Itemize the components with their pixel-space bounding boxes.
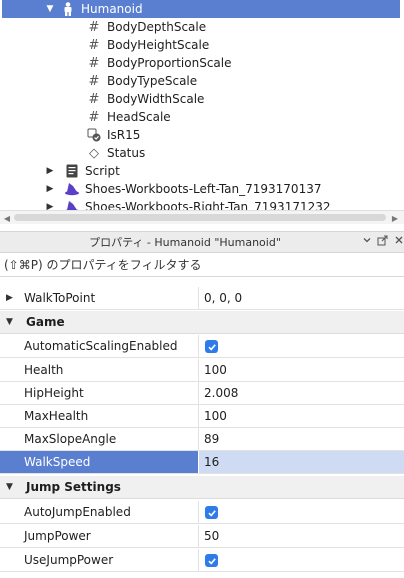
collapse-arrow-icon[interactable]: ▼ — [6, 476, 13, 498]
tree-item-bodyheightscale[interactable]: # BodyHeightScale — [0, 36, 404, 54]
bool-value-icon — [86, 127, 102, 143]
property-row-jumppower[interactable]: JumpPower 50 — [0, 525, 404, 548]
column-divider — [198, 405, 199, 427]
tree-item-label: Shoes-Workboots-Left-Tan_7193170137 — [85, 182, 322, 196]
properties-header: プロパティ - Humanoid "Humanoid" — [0, 231, 404, 253]
number-value-icon: # — [88, 19, 100, 35]
property-name: WalkToPoint — [24, 291, 96, 305]
tree-item-shoes-left[interactable]: ▶ Shoes-Workboots-Left-Tan_7193170137 — [0, 180, 404, 198]
explorer-panel: ▼ Humanoid # BodyDepthScale # BodyHeight… — [0, 0, 404, 224]
property-name: AutomaticScalingEnabled — [24, 339, 178, 353]
property-value[interactable]: 0, 0, 0 — [204, 287, 242, 309]
property-grid: ▶ WalkToPoint 0, 0, 0 ▼ Game AutomaticSc… — [0, 284, 404, 578]
script-icon — [64, 163, 80, 179]
expand-arrow-icon[interactable]: ▶ — [44, 184, 56, 194]
property-name: WalkSpeed — [0, 451, 198, 473]
tree-item-label: Humanoid — [81, 2, 143, 16]
tree-item-isr15[interactable]: IsR15 — [0, 126, 404, 144]
status-icon: ◇ — [89, 145, 99, 161]
tree-item-label: BodyHeightScale — [107, 38, 210, 52]
column-divider — [198, 428, 199, 450]
collapse-arrow-icon[interactable]: ▼ — [6, 311, 13, 333]
property-name: UseJumpPower — [24, 553, 114, 567]
number-value-icon: # — [88, 91, 100, 107]
scroll-left-icon[interactable]: ◀ — [2, 212, 12, 224]
property-row-usejumppower[interactable]: UseJumpPower — [0, 549, 404, 572]
expand-arrow-icon[interactable]: ▶ — [6, 287, 13, 309]
tree-item-label: BodyWidthScale — [107, 92, 205, 106]
scrollbar-thumb[interactable] — [14, 214, 386, 221]
tree-item-label: BodyDepthScale — [107, 20, 207, 34]
property-name: MaxHealth — [24, 409, 89, 423]
tree-item-headscale[interactable]: # HeadScale — [0, 108, 404, 126]
tree-item-label: Status — [107, 146, 146, 160]
undock-icon[interactable] — [375, 235, 389, 249]
checkbox-checked[interactable] — [205, 340, 218, 353]
column-divider — [198, 382, 199, 404]
properties-title: プロパティ - Humanoid "Humanoid" — [89, 236, 281, 249]
tree-item-bodytypescale[interactable]: # BodyTypeScale — [0, 72, 404, 90]
number-value-icon: # — [88, 109, 100, 125]
property-row-walktopoint[interactable]: ▶ WalkToPoint 0, 0, 0 — [0, 287, 404, 310]
collapse-arrow-icon[interactable]: ▼ — [44, 4, 56, 14]
property-value[interactable]: 89 — [204, 428, 219, 450]
tree-item-script[interactable]: ▶ Script — [0, 162, 404, 180]
accessory-icon — [64, 181, 80, 197]
property-value[interactable]: 100 — [204, 359, 227, 381]
tree-item-label: BodyProportionScale — [107, 56, 232, 70]
column-divider — [198, 335, 199, 357]
property-value[interactable]: 16 — [199, 451, 404, 473]
tree-item-status[interactable]: ◇ Status — [0, 144, 404, 162]
column-divider — [198, 525, 199, 547]
column-divider — [198, 359, 199, 381]
expand-arrow-icon[interactable]: ▶ — [44, 166, 56, 176]
category-jump-settings[interactable]: ▼ Jump Settings — [0, 476, 404, 499]
properties-filter-input[interactable] — [4, 256, 400, 274]
tree-item-bodywidthscale[interactable]: # BodyWidthScale — [0, 90, 404, 108]
property-value[interactable]: 50 — [204, 525, 219, 547]
tree-item-label: IsR15 — [107, 128, 141, 142]
property-name: JumpPower — [24, 529, 91, 543]
property-row-maxhealth[interactable]: MaxHealth 100 — [0, 405, 404, 428]
property-row-maxslopeangle[interactable]: MaxSlopeAngle 89 — [0, 428, 404, 451]
close-icon[interactable] — [392, 235, 404, 249]
tree-item-label: BodyTypeScale — [107, 74, 198, 88]
tree-item-bodydepthscale[interactable]: # BodyDepthScale — [0, 18, 404, 36]
property-name: AutoJumpEnabled — [24, 505, 131, 519]
category-label: Game — [26, 315, 65, 329]
checkbox-checked[interactable] — [205, 506, 218, 519]
property-row-walkspeed[interactable]: WalkSpeed 16 — [0, 451, 404, 474]
column-divider — [198, 287, 199, 309]
scroll-right-icon[interactable]: ▶ — [390, 212, 400, 224]
column-divider — [198, 549, 199, 571]
tree-item-bodyproportionscale[interactable]: # BodyProportionScale — [0, 54, 404, 72]
property-name: MaxSlopeAngle — [24, 432, 117, 446]
property-row-autojumpenabled[interactable]: AutoJumpEnabled — [0, 501, 404, 524]
checkbox-checked[interactable] — [205, 554, 218, 567]
tree-item-label: HeadScale — [107, 110, 171, 124]
property-value[interactable]: 2.008 — [204, 382, 238, 404]
category-game[interactable]: ▼ Game — [0, 311, 404, 334]
property-row-health[interactable]: Health 100 — [0, 359, 404, 382]
property-name: Health — [24, 363, 64, 377]
properties-filter-bar — [0, 253, 404, 277]
humanoid-icon — [60, 1, 76, 17]
tree-item-label: Script — [85, 164, 120, 178]
property-name: HipHeight — [24, 386, 84, 400]
explorer-horizontal-scrollbar[interactable]: ◀ ▶ — [0, 210, 404, 224]
dropdown-arrow-icon[interactable] — [360, 235, 374, 249]
column-divider — [198, 501, 199, 523]
property-value[interactable]: 100 — [204, 405, 227, 427]
number-value-icon: # — [88, 55, 100, 71]
tree-item-humanoid[interactable]: ▼ Humanoid — [2, 0, 400, 18]
number-value-icon: # — [88, 37, 100, 53]
number-value-icon: # — [88, 73, 100, 89]
property-row-automaticscalingenabled[interactable]: AutomaticScalingEnabled — [0, 335, 404, 358]
category-label: Jump Settings — [26, 480, 121, 494]
property-row-hipheight[interactable]: HipHeight 2.008 — [0, 382, 404, 405]
